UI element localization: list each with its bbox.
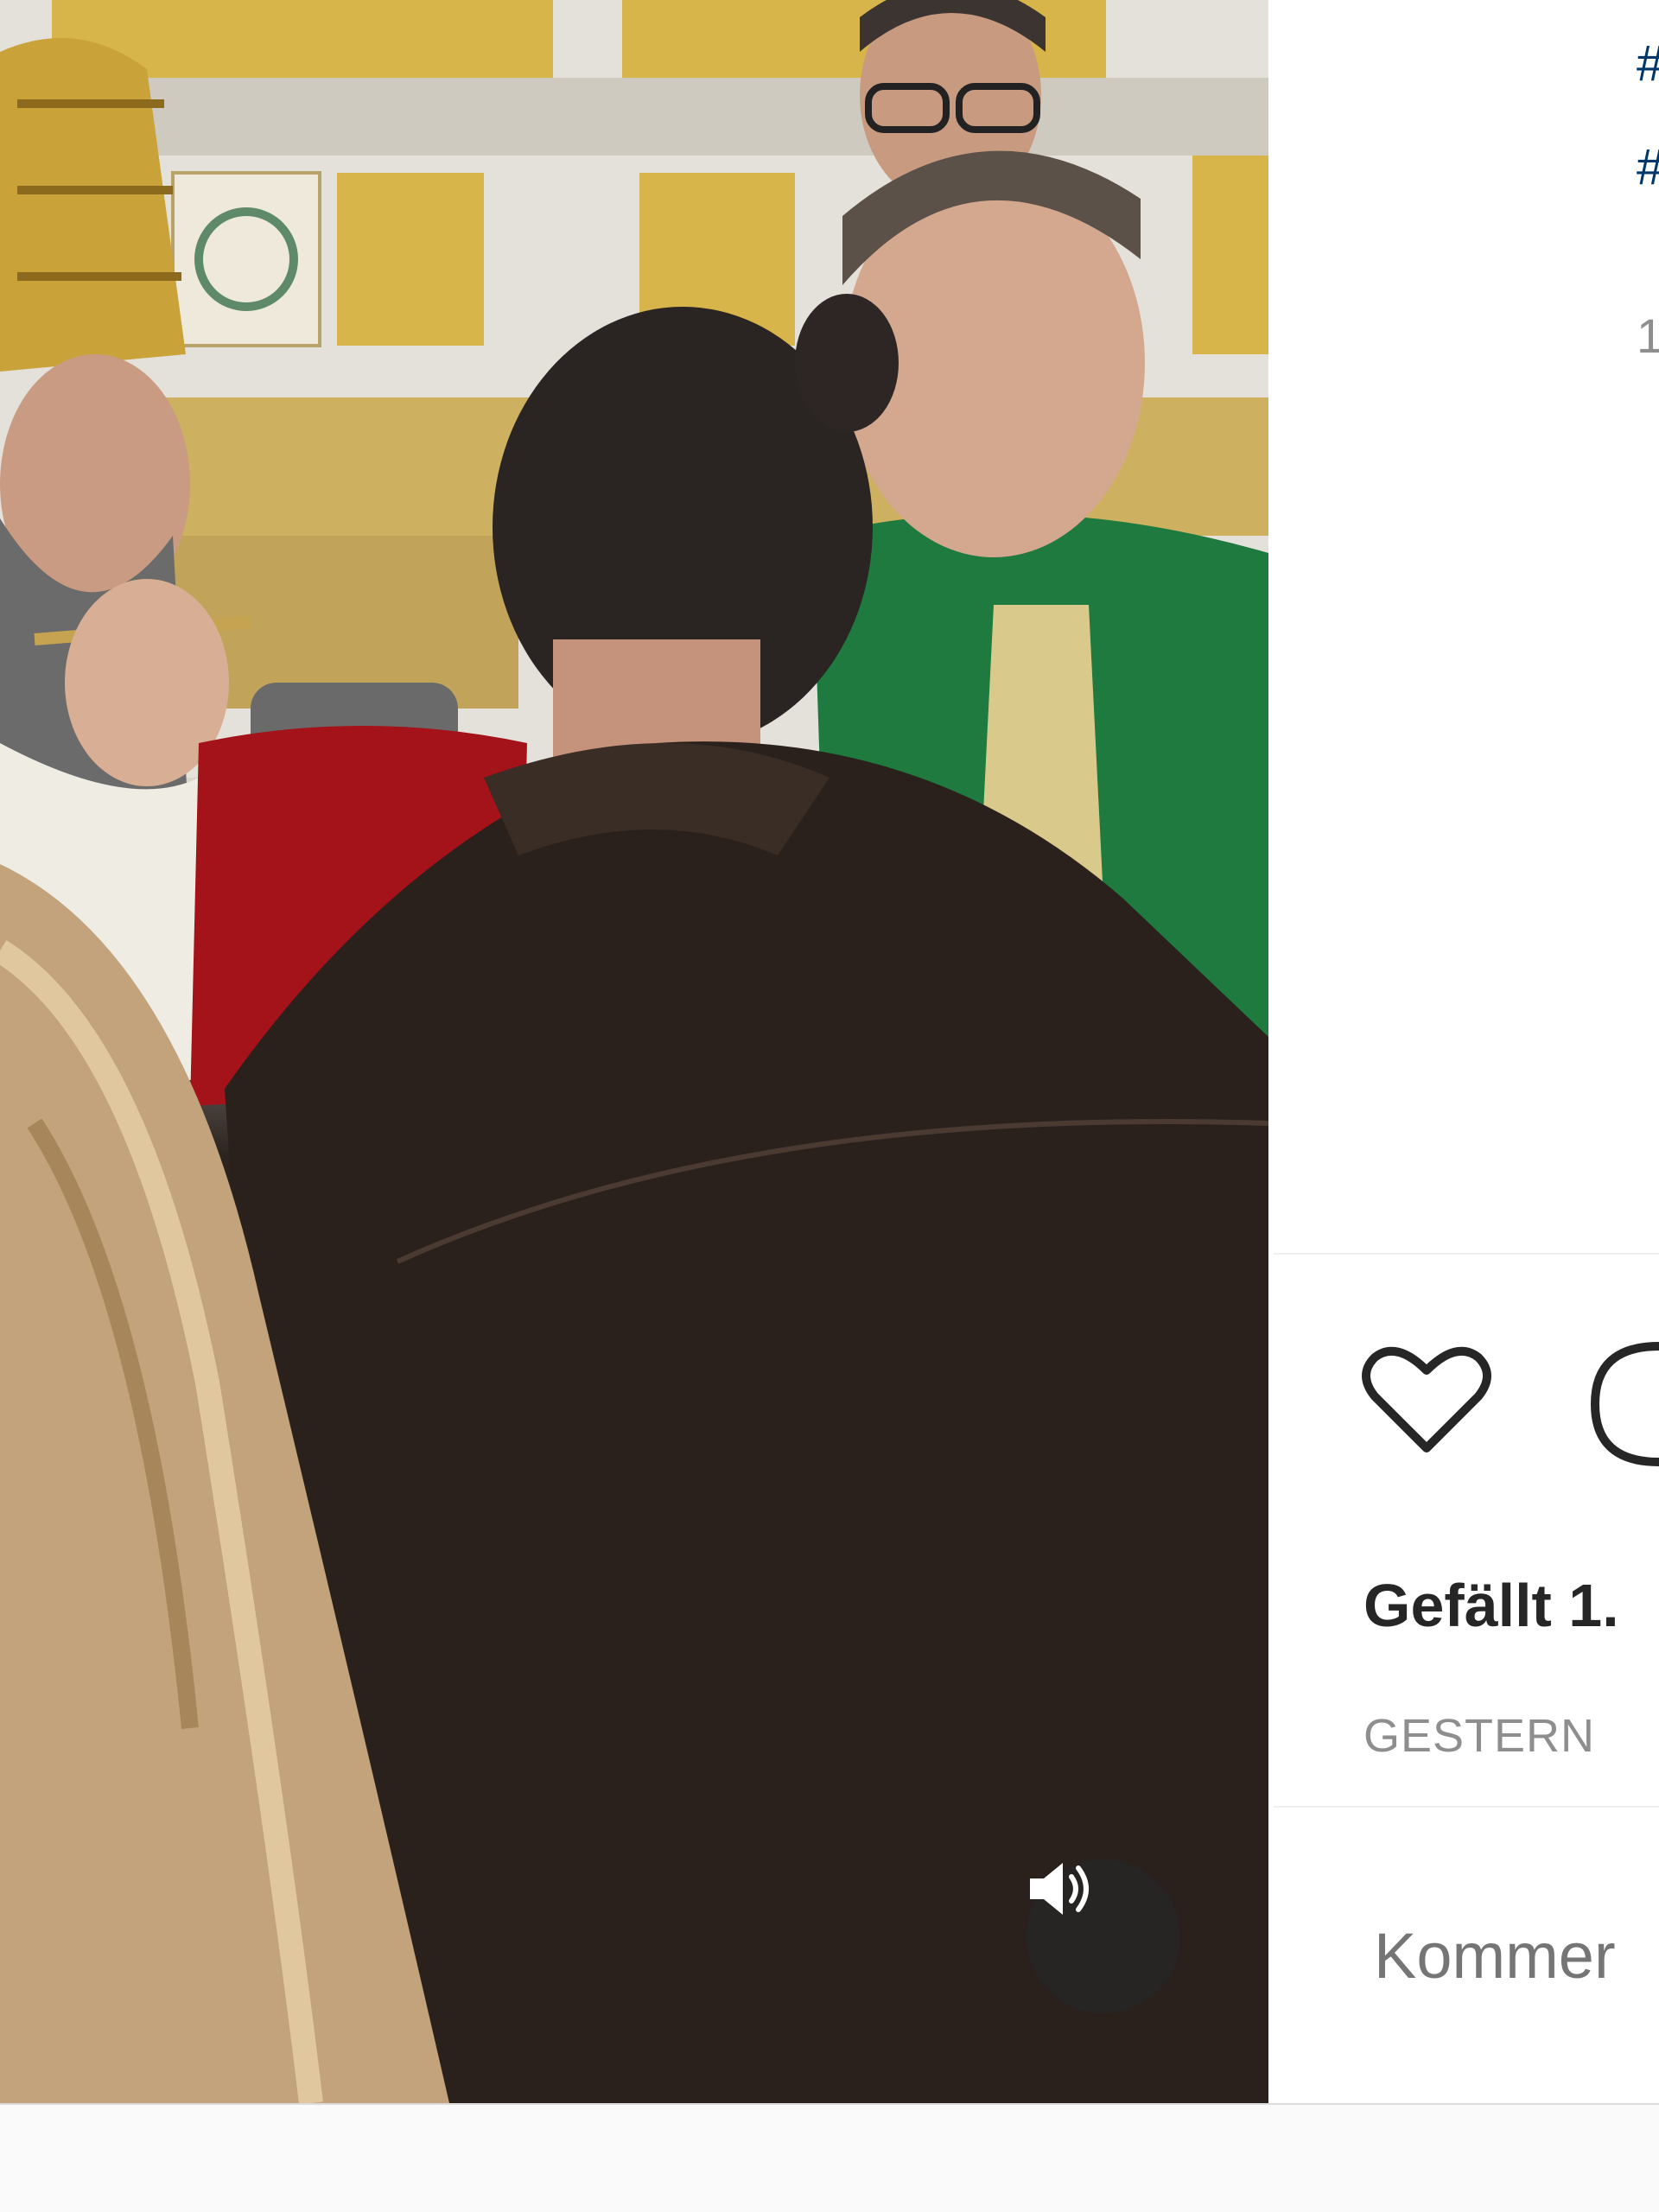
divider	[1274, 1806, 1659, 1808]
comment-icon	[1590, 1342, 1659, 1466]
post-date: GESTERN	[1363, 1710, 1596, 1762]
like-button[interactable]	[1362, 1344, 1491, 1461]
comment-button[interactable]	[1586, 1339, 1659, 1473]
heart-icon	[1362, 1346, 1491, 1452]
instagram-post: # # 1 Gefällt 1. GESTERN	[0, 0, 1659, 2105]
post-side-panel: # # 1 Gefällt 1. GESTERN	[1268, 0, 1659, 2103]
speaker-icon	[1030, 1863, 1089, 1915]
comment-timestamp: 1	[1637, 308, 1659, 363]
post-video[interactable]	[0, 0, 1268, 2103]
comment-input[interactable]	[1372, 1918, 1659, 1993]
caption-hashtag[interactable]: #	[1637, 35, 1659, 92]
divider	[1274, 1253, 1659, 1255]
video-frame-illustration	[0, 0, 1268, 2103]
caption-hashtag[interactable]: #	[1637, 138, 1659, 196]
sound-toggle-button[interactable]	[1027, 1859, 1180, 2013]
likes-count[interactable]: Gefällt 1.	[1363, 1571, 1619, 1640]
